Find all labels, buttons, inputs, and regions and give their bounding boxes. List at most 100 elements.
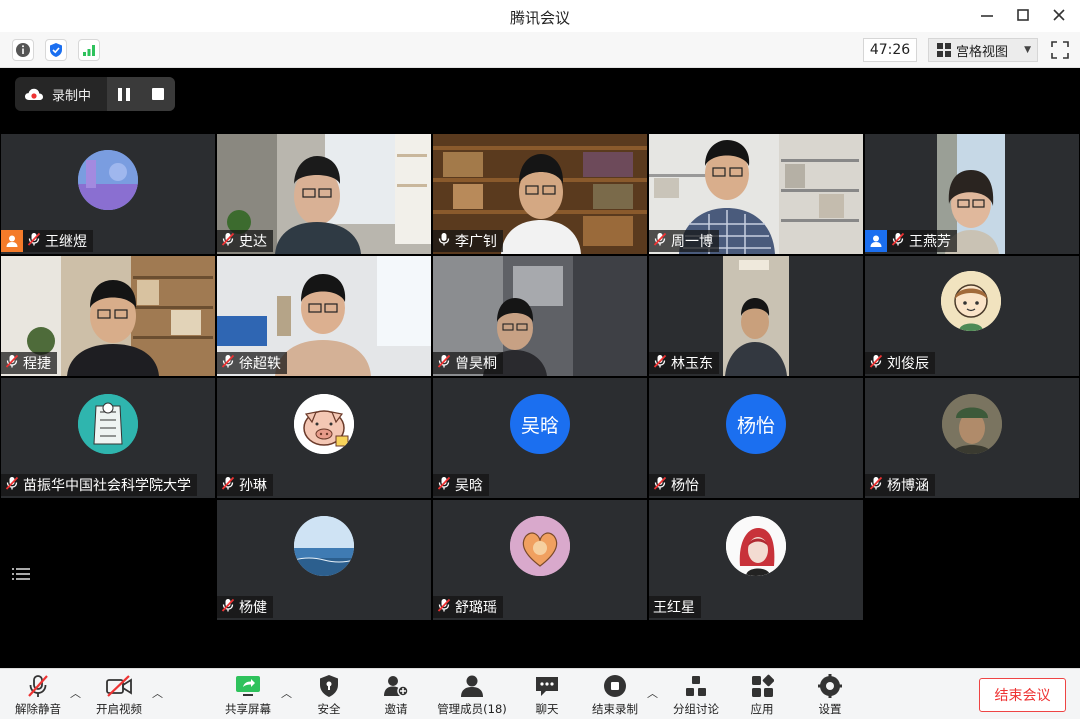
participant-list-toggle-icon[interactable] [12,566,32,586]
participant-nameplate: 林玉东 [649,352,719,374]
mic-on-icon [437,232,451,250]
participant-name: 程捷 [23,356,51,372]
participant-tile-speaking[interactable]: 李广钊 [433,134,647,254]
participant-tile[interactable]: 杨博涵 [865,378,1079,498]
participant-nameplate: 杨博涵 [865,474,935,496]
minimize-icon[interactable] [978,6,996,24]
window-controls [978,6,1068,24]
chat-label: 聊天 [535,702,559,716]
avatar [294,394,354,454]
camera-off-icon [105,673,133,699]
mic-muted-icon [437,354,451,372]
chevron-up-icon[interactable]: ︿ [152,685,163,701]
breakout-rooms-icon [682,673,710,699]
participant-nameplate: 舒璐瑶 [433,596,503,618]
security-button[interactable]: 安全 [305,673,353,717]
participant-name: 史达 [239,234,267,250]
breakout-rooms-button[interactable]: 分组讨论 [668,673,724,717]
video-stage: 录制中 王继煜 史达 李广钊 周一博 王燕芳 程捷 徐超轶 曾昊桐 林玉东 刘俊… [0,68,1080,668]
mic-muted-icon [869,476,883,494]
chat-button[interactable]: 聊天 [523,673,571,717]
participant-name: 徐超轶 [239,356,281,372]
participant-tile[interactable]: 舒璐瑶 [433,500,647,620]
chevron-up-icon[interactable]: ︿ [281,685,292,701]
participant-nameplate: 史达 [217,230,273,252]
participant-tile[interactable]: 王红星 [649,500,863,620]
apps-button[interactable]: 应用 [740,673,784,717]
recording-label: 录制中 [52,88,92,104]
avatar [942,394,1002,454]
participant-tile[interactable]: 林玉东 [649,256,863,376]
participant-name: 王燕芳 [909,234,951,250]
info-icon[interactable] [12,39,34,61]
participant-tile[interactable]: 杨怡 杨怡 [649,378,863,498]
close-icon[interactable] [1050,6,1068,24]
participant-name: 林玉东 [671,356,713,372]
share-screen-icon [234,673,262,699]
participant-nameplate: 杨健 [217,596,273,618]
mic-muted-icon [27,232,41,250]
mic-muted-icon [891,232,905,250]
mic-muted-icon [653,476,667,494]
meeting-timer: 47:26 [863,38,917,62]
participant-name: 王红星 [653,600,695,616]
chevron-up-icon[interactable]: ︿ [647,685,658,701]
participant-tile[interactable]: 王燕芳 [865,134,1079,254]
participant-nameplate: 王红星 [649,596,701,618]
participant-nameplate: 李广钊 [433,230,503,252]
participant-tile[interactable]: 吴晗 吴晗 [433,378,647,498]
recording-status: 录制中 [15,77,107,111]
breakout-rooms-label: 分组讨论 [673,702,719,716]
mic-muted-icon [221,232,235,250]
participant-grid: 王继煜 史达 李广钊 周一博 王燕芳 程捷 徐超轶 曾昊桐 林玉东 刘俊辰 苗振… [0,134,1080,622]
participant-name: 曾昊桐 [455,356,497,372]
participant-name: 杨博涵 [887,478,929,494]
cloud-record-icon [25,88,43,100]
chevron-up-icon[interactable]: ︿ [70,685,81,701]
network-signal-icon[interactable] [78,39,100,61]
stop-recording-button[interactable]: 结束录制 [587,673,643,717]
participant-nameplate: 刘俊辰 [865,352,935,374]
avatar [726,516,786,576]
participant-tile[interactable]: 徐超轶 [217,256,431,376]
settings-button[interactable]: 设置 [808,673,852,717]
participant-name: 杨健 [239,600,267,616]
manage-members-button[interactable]: 管理成员(18) [436,673,508,717]
participant-nameplate: 孙琳 [217,474,273,496]
participant-tile[interactable]: 孙琳 [217,378,431,498]
participant-tile[interactable]: 杨健 [217,500,431,620]
unmute-label: 解除静音 [15,702,61,716]
invite-button[interactable]: 邀请 [372,673,420,717]
unmute-button[interactable]: 解除静音 [12,673,64,717]
share-screen-button[interactable]: 共享屏幕 [222,673,274,717]
participant-tile[interactable]: 曾昊桐 [433,256,647,376]
participant-tile[interactable]: 王继煜 [1,134,215,254]
pause-icon[interactable] [118,87,130,101]
end-meeting-button[interactable]: 结束会议 [979,678,1066,712]
fullscreen-icon[interactable] [1050,40,1070,60]
participant-tile[interactable]: 史达 [217,134,431,254]
cohost-badge-icon [865,230,887,252]
view-mode-dropdown[interactable]: 宫格视图 ▼ [928,38,1038,62]
maximize-icon[interactable] [1014,6,1032,24]
participant-tile[interactable]: 周一博 [649,134,863,254]
stop-recording-label: 结束录制 [592,702,638,716]
host-badge-icon [1,230,23,252]
participant-tile[interactable]: 苗振华中国社会科学院大学 [1,378,215,498]
info-bar: 47:26 宫格视图 ▼ [0,32,1080,68]
stop-icon[interactable] [152,88,164,100]
shield-icon[interactable] [45,39,67,61]
avatar [510,516,570,576]
participant-nameplate: 徐超轶 [217,352,287,374]
participant-name: 李广钊 [455,234,497,250]
start-video-label: 开启视频 [96,702,142,716]
share-screen-label: 共享屏幕 [225,702,271,716]
settings-label: 设置 [818,702,842,716]
participant-tile[interactable]: 刘俊辰 [865,256,1079,376]
gear-icon [816,673,844,699]
participant-name: 吴晗 [455,478,483,494]
participant-tile[interactable]: 程捷 [1,256,215,376]
meeting-info-icons [12,39,100,61]
grid-view-icon [937,43,951,57]
start-video-button[interactable]: 开启视频 [93,673,145,717]
